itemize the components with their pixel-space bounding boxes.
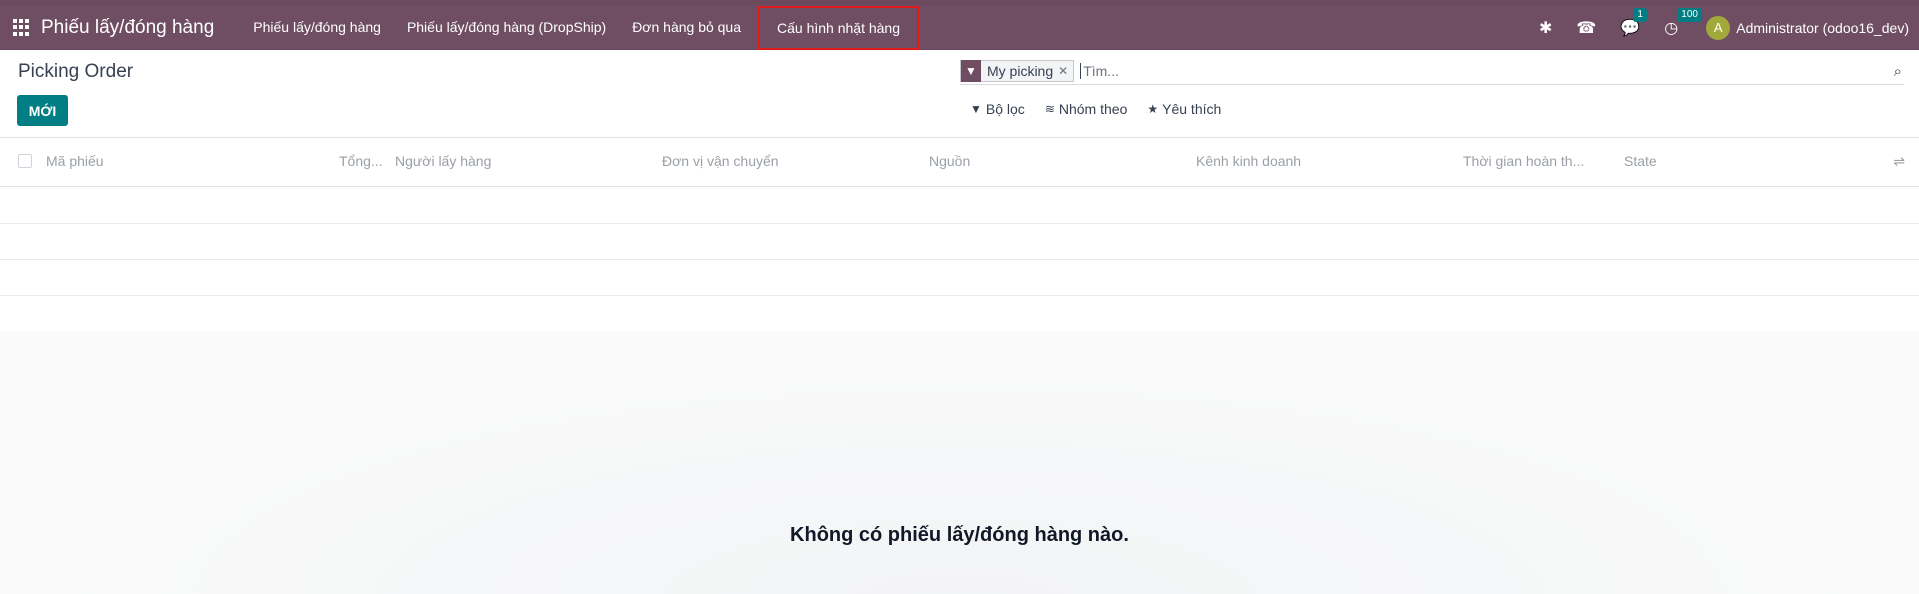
table-row <box>0 260 1919 296</box>
favorites-label: Yêu thích <box>1162 101 1222 117</box>
debug-bug-icon[interactable]: ✱ <box>1539 18 1552 38</box>
column-don-vi-van-chuyen[interactable]: Đơn vị vận chuyển <box>662 153 779 169</box>
list-header: Mã phiếu Tổng... Người lấy hàng Đơn vị v… <box>0 139 1919 187</box>
user-avatar[interactable]: A <box>1706 15 1731 40</box>
filter-funnel-icon: ▼ <box>970 102 982 116</box>
filter-icon: ▼ <box>961 60 981 82</box>
favorites-toggle[interactable]: ★ Yêu thích <box>1147 101 1221 117</box>
search-bar: ▼ My picking ✕ ⌕ <box>960 58 1904 85</box>
messages-icon[interactable]: 💬 1 <box>1620 7 1647 38</box>
select-all-checkbox[interactable] <box>18 154 32 168</box>
new-button[interactable]: MỚI <box>17 95 68 126</box>
menu-skipped-orders[interactable]: Đơn hàng bỏ qua <box>619 5 754 50</box>
user-menu[interactable]: Administrator (odoo16_dev) <box>1736 20 1909 36</box>
column-nguoi-lay-hang[interactable]: Người lấy hàng <box>395 153 491 169</box>
column-ma-phieu[interactable]: Mã phiếu <box>46 153 104 169</box>
activities-clock-icon[interactable]: ◷ 100 <box>1664 7 1702 38</box>
systray: ✱ ☎ 💬 1 ◷ 100 A Administrator (odoo16_dev) <box>1527 5 1919 50</box>
column-thoi-gian-hoan-thanh[interactable]: Thời gian hoàn th... <box>1463 153 1584 169</box>
menu-picking-config[interactable]: Cấu hình nhặt hàng <box>758 5 920 50</box>
table-row <box>0 224 1919 260</box>
phone-icon[interactable]: ☎ <box>1576 18 1596 38</box>
filters-label: Bộ lọc <box>985 101 1025 117</box>
star-icon: ★ <box>1147 102 1159 116</box>
group-by-toggle[interactable]: ≋ Nhóm theo <box>1045 101 1128 117</box>
menu-picking-dropship[interactable]: Phiếu lấy/đóng hàng (DropShip) <box>394 5 619 50</box>
column-nguon[interactable]: Nguồn <box>929 153 970 169</box>
messages-badge: 1 <box>1633 7 1647 22</box>
column-tong[interactable]: Tổng... <box>339 153 383 169</box>
optional-columns-icon[interactable]: ⇌ <box>1893 153 1905 170</box>
layers-icon: ≋ <box>1044 102 1055 116</box>
table-row <box>0 296 1919 332</box>
page-title: Picking Order <box>18 61 134 82</box>
column-kenh-kinh-doanh[interactable]: Kênh kinh doanh <box>1196 153 1301 169</box>
empty-state-background <box>0 331 1919 594</box>
facet-label: My picking <box>987 63 1054 79</box>
navbar-bar: Phiếu lấy/đóng hàng Phiếu lấy/đóng hàng … <box>0 5 1919 50</box>
table-row <box>0 188 1919 224</box>
top-navbar: Phiếu lấy/đóng hàng Phiếu lấy/đóng hàng … <box>0 0 1919 50</box>
search-options: ▼ Bộ lọc ≋ Nhóm theo ★ Yêu thích <box>970 101 1241 117</box>
column-state[interactable]: State <box>1624 153 1657 169</box>
activities-badge: 100 <box>1677 7 1702 22</box>
group-by-label: Nhóm theo <box>1058 101 1128 117</box>
menu-picking[interactable]: Phiếu lấy/đóng hàng <box>240 5 394 50</box>
apps-menu-icon[interactable] <box>13 18 31 37</box>
facet-remove-icon[interactable]: ✕ <box>1058 64 1073 78</box>
filters-toggle[interactable]: ▼ Bộ lọc <box>970 101 1025 117</box>
empty-state-message: Không có phiếu lấy/đóng hàng nào. <box>790 524 1129 546</box>
search-facet: ▼ My picking ✕ <box>960 60 1075 82</box>
app-brand[interactable]: Phiếu lấy/đóng hàng <box>41 17 214 39</box>
search-input[interactable] <box>1080 63 1841 79</box>
search-icon[interactable]: ⌕ <box>1894 63 1904 80</box>
control-panel: Picking Order MỚI ▼ My picking ✕ ⌕ ▼ Bộ … <box>0 50 1919 138</box>
